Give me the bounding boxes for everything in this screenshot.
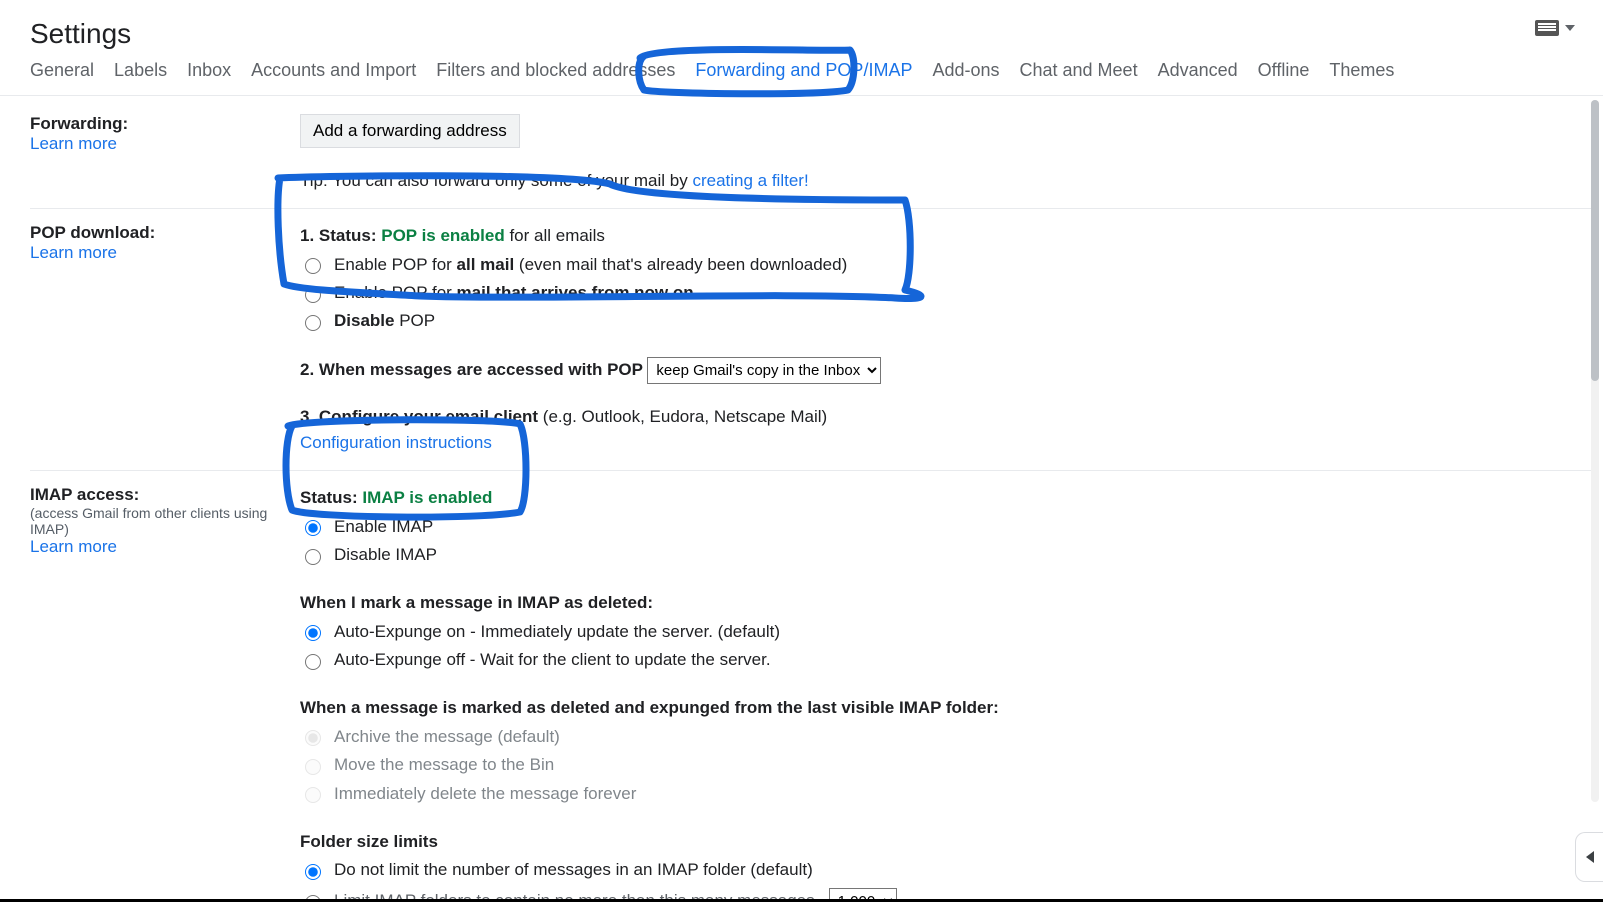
pop-radio-all-mail[interactable] xyxy=(305,258,321,274)
imap-expunge-on-label: Auto-Expunge on - Immediately update the… xyxy=(334,619,780,645)
imap-expunged-delete-label: Immediately delete the message forever xyxy=(334,781,636,807)
forwarding-heading: Forwarding: xyxy=(30,114,280,134)
tab-addons[interactable]: Add-ons xyxy=(932,60,999,81)
tab-labels[interactable]: Labels xyxy=(114,60,167,81)
tab-inbox[interactable]: Inbox xyxy=(187,60,231,81)
forwarding-section: Forwarding: Learn more Add a forwarding … xyxy=(30,100,1591,209)
imap-expunge-off-radio[interactable] xyxy=(305,654,321,670)
pop-radio-disable[interactable] xyxy=(305,315,321,331)
tab-advanced[interactable]: Advanced xyxy=(1158,60,1238,81)
pop-status-line: 1. Status: POP is enabled for all emails xyxy=(300,223,1591,249)
chevron-left-icon xyxy=(1586,851,1594,863)
pop-radio-all-mail-label: Enable POP for all mail (even mail that'… xyxy=(334,252,847,278)
input-tools-button[interactable] xyxy=(1535,20,1575,36)
pop-config-instructions-link[interactable]: Configuration instructions xyxy=(300,433,492,452)
imap-expunged-delete-radio xyxy=(305,787,321,803)
scrollbar-thumb[interactable] xyxy=(1591,100,1599,381)
pop-step3-label: 3. Configure your email client xyxy=(300,407,538,426)
imap-heading: IMAP access: xyxy=(30,485,280,505)
imap-folder-size-heading: Folder size limits xyxy=(300,829,1591,855)
tab-forwarding[interactable]: Forwarding and POP/IMAP xyxy=(695,60,912,81)
imap-learn-more-link[interactable]: Learn more xyxy=(30,537,117,556)
imap-folder-nolimit-radio[interactable] xyxy=(305,864,321,880)
pop-learn-more-link[interactable]: Learn more xyxy=(30,243,117,262)
scrollbar[interactable] xyxy=(1591,100,1599,802)
keyboard-icon xyxy=(1535,20,1559,36)
imap-radio-enable-label: Enable IMAP xyxy=(334,514,433,540)
add-forwarding-address-button[interactable]: Add a forwarding address xyxy=(300,114,520,148)
imap-delete-heading: When I mark a message in IMAP as deleted… xyxy=(300,590,1591,616)
imap-folder-nolimit-label: Do not limit the number of messages in a… xyxy=(334,857,813,883)
pop-radio-from-now-on-label: Enable POP for mail that arrives from no… xyxy=(334,280,694,306)
tab-offline[interactable]: Offline xyxy=(1258,60,1310,81)
pop-step3: 3. Configure your email client (e.g. Out… xyxy=(300,404,1591,430)
imap-status-label: Status: xyxy=(300,488,362,507)
pop-heading: POP download: xyxy=(30,223,280,243)
imap-radio-disable[interactable] xyxy=(305,549,321,565)
imap-expunged-bin-radio xyxy=(305,759,321,775)
side-panel-toggle[interactable] xyxy=(1575,832,1603,882)
pop-step3-suffix: (e.g. Outlook, Eudora, Netscape Mail) xyxy=(538,407,827,426)
imap-expunged-archive-radio xyxy=(305,730,321,746)
forwarding-tip: Tip: You can also forward only some of y… xyxy=(300,168,1591,194)
imap-status-line: Status: IMAP is enabled xyxy=(300,485,1591,511)
pop-step2: 2. When messages are accessed with POP k… xyxy=(300,357,1591,384)
imap-expunged-archive-label: Archive the message (default) xyxy=(334,724,560,750)
settings-tabs: General Labels Inbox Accounts and Import… xyxy=(0,60,1603,96)
forwarding-tip-text: Tip: You can also forward only some of y… xyxy=(300,171,692,190)
tab-accounts[interactable]: Accounts and Import xyxy=(251,60,416,81)
imap-expunged-bin-label: Move the message to the Bin xyxy=(334,752,554,778)
imap-radio-disable-label: Disable IMAP xyxy=(334,542,437,568)
tab-general[interactable]: General xyxy=(30,60,94,81)
tab-themes[interactable]: Themes xyxy=(1329,60,1394,81)
imap-expunge-on-radio[interactable] xyxy=(305,625,321,641)
page-title: Settings xyxy=(0,0,1603,60)
tab-filters[interactable]: Filters and blocked addresses xyxy=(436,60,675,81)
imap-section: IMAP access: (access Gmail from other cl… xyxy=(30,471,1591,902)
pop-step2-label: 2. When messages are accessed with POP xyxy=(300,360,647,379)
chevron-down-icon xyxy=(1565,25,1575,31)
imap-expunged-heading: When a message is marked as deleted and … xyxy=(300,695,1591,721)
pop-action-select[interactable]: keep Gmail's copy in the Inbox xyxy=(647,357,881,384)
imap-expunge-off-label: Auto-Expunge off - Wait for the client t… xyxy=(334,647,771,673)
pop-status-value: POP is enabled xyxy=(381,226,504,245)
tab-chat[interactable]: Chat and Meet xyxy=(1020,60,1138,81)
pop-status-label: 1. Status: xyxy=(300,226,381,245)
imap-subheading: (access Gmail from other clients using I… xyxy=(30,505,280,537)
imap-status-value: IMAP is enabled xyxy=(362,488,492,507)
imap-radio-enable[interactable] xyxy=(305,520,321,536)
forwarding-learn-more-link[interactable]: Learn more xyxy=(30,134,117,153)
pop-radio-disable-label: Disable POP xyxy=(334,308,435,334)
pop-section: POP download: Learn more 1. Status: POP … xyxy=(30,209,1591,471)
pop-radio-from-now-on[interactable] xyxy=(305,287,321,303)
pop-status-suffix: for all emails xyxy=(505,226,605,245)
creating-filter-link[interactable]: creating a filter! xyxy=(692,171,808,190)
